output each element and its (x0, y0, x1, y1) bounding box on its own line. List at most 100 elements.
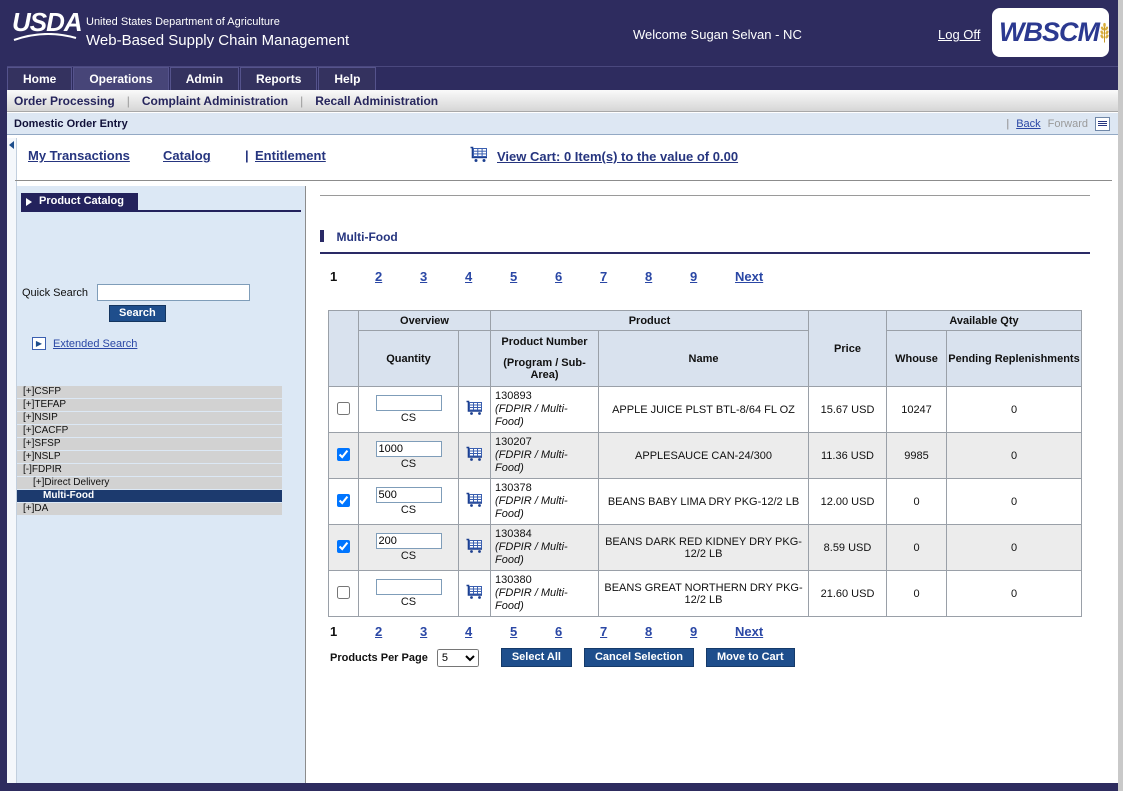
quantity-input[interactable] (376, 579, 442, 595)
entitlement-link[interactable]: Entitlement (255, 148, 326, 163)
tree-item[interactable]: [+]CACFP (17, 425, 282, 437)
wheat-icon (1100, 12, 1109, 54)
page-link[interactable]: 2 (375, 269, 420, 284)
move-to-cart-button[interactable]: Move to Cart (706, 648, 795, 667)
pending-replenishments-qty: 0 (947, 479, 1082, 525)
row-select-checkbox[interactable] (337, 540, 350, 553)
table-row: CS130384(FDPIR / Multi-Food)BEANS DARK R… (329, 525, 1082, 571)
quantity-input[interactable] (376, 395, 442, 411)
search-button[interactable]: Search (109, 305, 166, 322)
separator: | (245, 148, 249, 163)
my-transactions-link[interactable]: My Transactions (28, 148, 130, 163)
page-link[interactable]: 9 (690, 624, 735, 639)
page-link[interactable]: 4 (465, 269, 510, 284)
price-value: 21.60 USD (809, 571, 887, 617)
pagination: 123456789Next (330, 269, 763, 284)
header-cart-column (459, 331, 491, 387)
add-to-cart-icon[interactable] (465, 400, 485, 419)
wbscm-logo: WBSCM (992, 8, 1109, 57)
page-link[interactable]: 9 (690, 269, 735, 284)
products-per-page-select[interactable]: 5 (437, 649, 479, 667)
page-title: Domestic Order Entry (14, 118, 128, 130)
page-link[interactable]: 7 (600, 624, 645, 639)
price-value: 11.36 USD (809, 433, 887, 479)
header-price: Price (809, 311, 887, 387)
page-link[interactable]: 4 (465, 624, 510, 639)
tree-item[interactable]: [+]NSIP (17, 412, 282, 424)
header-program-subarea: (Program / Sub-Area) (491, 357, 598, 381)
separator: | (1006, 118, 1009, 130)
tree-item[interactable]: [+]NSLP (17, 451, 282, 463)
view-cart-area: View Cart: 0 Item(s) to the value of 0.0… (469, 146, 738, 166)
page-link[interactable]: 6 (555, 269, 600, 284)
page-next-link[interactable]: Next (735, 269, 763, 284)
quantity-input[interactable] (376, 533, 442, 549)
tree-item-selected[interactable]: Multi-Food (17, 490, 282, 502)
catalog-link[interactable]: Catalog (163, 148, 211, 163)
log-off-link[interactable]: Log Off (938, 27, 980, 42)
tree-item[interactable]: [+]SFSP (17, 438, 282, 450)
tab-operations[interactable]: Operations (73, 67, 168, 90)
row-select-checkbox[interactable] (337, 402, 350, 415)
tree-item[interactable]: [-]FDPIR (17, 464, 282, 476)
window-bottom-border (0, 783, 1118, 791)
view-cart-link[interactable]: View Cart: 0 Item(s) to the value of 0.0… (497, 149, 738, 164)
page-link[interactable]: 7 (600, 269, 645, 284)
subnav-complaint-administration[interactable]: Complaint Administration (142, 94, 288, 108)
page-link[interactable]: 8 (645, 624, 690, 639)
row-select-checkbox[interactable] (337, 586, 350, 599)
breadcrumb-bar: Domestic Order Entry | Back Forward (0, 113, 1118, 135)
tab-reports[interactable]: Reports (240, 67, 317, 90)
page-link[interactable]: 3 (420, 624, 465, 639)
wbscm-logo-text: WBSCM (999, 17, 1099, 48)
program-subarea: (FDPIR / Multi-Food) (495, 541, 594, 567)
app-title: Web-Based Supply Chain Management (86, 32, 349, 49)
tab-admin[interactable]: Admin (170, 67, 239, 90)
add-to-cart-icon[interactable] (465, 538, 485, 557)
tree-item[interactable]: [+]CSFP (17, 386, 282, 398)
tree-item[interactable]: [+]TEFAP (17, 399, 282, 411)
tab-home[interactable]: Home (7, 67, 72, 90)
product-name: BEANS GREAT NORTHERN DRY PKG-12/2 LB (599, 571, 809, 617)
divider (320, 195, 1090, 196)
add-to-cart-icon[interactable] (465, 584, 485, 603)
add-to-cart-icon[interactable] (465, 446, 485, 465)
cancel-selection-button[interactable]: Cancel Selection (584, 648, 694, 667)
tree-item[interactable]: [+]Direct Delivery (17, 477, 282, 489)
extended-search-icon[interactable]: ▶ (32, 337, 46, 350)
quantity-input[interactable] (376, 441, 442, 457)
history-controls: | Back Forward (1006, 117, 1110, 131)
quantity-input[interactable] (376, 487, 442, 503)
add-to-cart-icon[interactable] (465, 492, 485, 511)
tab-notch-icon (26, 198, 32, 206)
row-select-checkbox[interactable] (337, 494, 350, 507)
extended-search-link[interactable]: Extended Search (53, 338, 137, 350)
divider (15, 180, 1112, 181)
page-next-link[interactable]: Next (735, 624, 763, 639)
select-all-button[interactable]: Select All (501, 648, 572, 667)
row-select-checkbox[interactable] (337, 448, 350, 461)
header-available-qty-group: Available Qty (887, 311, 1082, 331)
page-link[interactable]: 5 (510, 269, 555, 284)
app-header: USDA United States Department of Agricul… (0, 0, 1118, 66)
tab-help[interactable]: Help (318, 67, 376, 90)
page-link[interactable]: 3 (420, 269, 465, 284)
product-table: Overview Product Price Available Qty Qua… (328, 310, 1082, 617)
sidebar-collapse-handle[interactable] (7, 138, 17, 783)
program-subarea: (FDPIR / Multi-Food) (495, 587, 594, 613)
page-link[interactable]: 5 (510, 624, 555, 639)
page-link[interactable]: 2 (375, 624, 420, 639)
page-link[interactable]: 8 (645, 269, 690, 284)
page-options-icon[interactable] (1095, 117, 1110, 131)
subnav-order-processing[interactable]: Order Processing (14, 94, 115, 108)
product-number: 130893 (495, 390, 594, 403)
tree-item[interactable]: [+]DA (17, 503, 282, 515)
welcome-text: Welcome Sugan Selvan - NC (633, 27, 802, 42)
back-link[interactable]: Back (1016, 118, 1040, 130)
page-link[interactable]: 6 (555, 624, 600, 639)
price-value: 8.59 USD (809, 525, 887, 571)
quick-search-input[interactable] (97, 284, 250, 301)
toolbar: My Transactions Catalog | Entitlement (21, 148, 1108, 170)
product-name: APPLE JUICE PLST BTL-8/64 FL OZ (599, 387, 809, 433)
subnav-recall-administration[interactable]: Recall Administration (315, 94, 438, 108)
